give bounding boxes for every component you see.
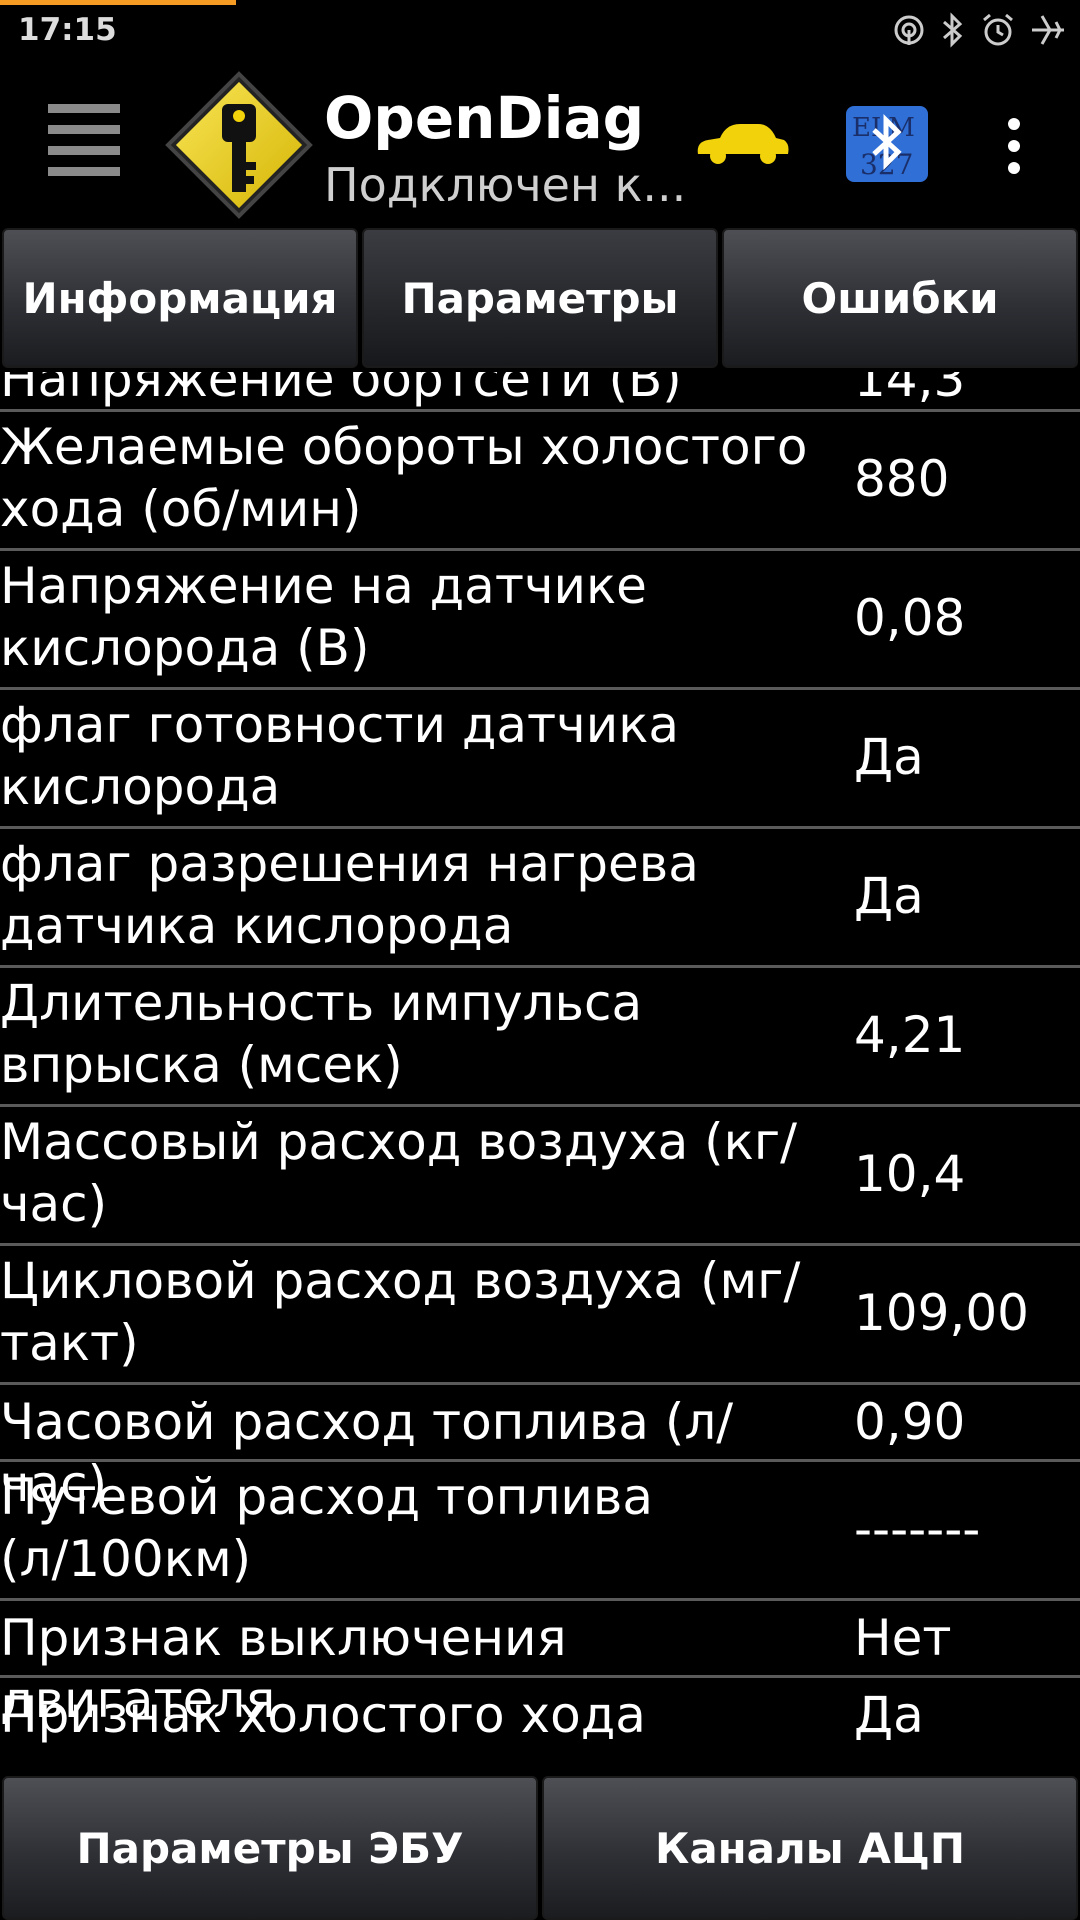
parameter-value: 880	[854, 450, 950, 508]
parameter-label: Желаемые обороты холостого хода (об/мин)	[0, 418, 808, 538]
parameter-label: Напряжение бортсети (В)	[0, 372, 682, 408]
parameter-label: Цикловой расход воздуха (мг/такт)	[0, 1252, 801, 1372]
parameter-label: Признак холостого хода	[0, 1686, 646, 1744]
parameter-label: Длительность импульса впрыска (мсек)	[0, 974, 643, 1094]
app-title: OpenDiag	[324, 84, 645, 152]
parameter-value: 10,4	[854, 1145, 966, 1203]
parameter-value: 14,3	[854, 372, 966, 408]
list-item[interactable]: Часовой расход топлива (л/час) 0,90	[0, 1385, 1080, 1513]
menu-icon[interactable]	[48, 102, 120, 178]
alarm-icon	[983, 13, 1013, 46]
list-item[interactable]: Признак холостого хода Да	[0, 1678, 1080, 1776]
tab-information[interactable]: Информация	[2, 228, 358, 368]
list-item[interactable]: флаг разрешения нагрева датчика кислород…	[0, 829, 1080, 968]
tab-parameters[interactable]: Параметры	[362, 228, 718, 368]
connection-status: Подключен к...	[324, 158, 687, 212]
status-bar: 17:15	[0, 0, 1080, 60]
overflow-menu-icon[interactable]	[1000, 116, 1028, 176]
car-icon[interactable]	[692, 116, 792, 168]
app-logo-key-icon	[165, 71, 313, 219]
hotspot-icon	[894, 15, 924, 45]
parameter-label: Массовый расход воздуха (кг/час)	[0, 1113, 797, 1233]
list-item[interactable]: Цикловой расход воздуха (мг/такт) 109,00	[0, 1246, 1080, 1385]
adc-channels-button[interactable]: Каналы АЦП	[542, 1776, 1078, 1920]
parameter-value: 4,21	[854, 1006, 966, 1064]
list-item[interactable]: Массовый расход воздуха (кг/час) 10,4	[0, 1107, 1080, 1246]
bluetooth-icon	[943, 12, 963, 48]
list-item[interactable]: Напряжение на датчике кислорода (В) 0,08	[0, 551, 1080, 690]
parameter-value: 0,90	[854, 1393, 966, 1451]
tab-errors[interactable]: Ошибки	[722, 228, 1078, 368]
status-icons	[892, 8, 1066, 52]
list-item[interactable]: Признак выключения двигателя Нет	[0, 1601, 1080, 1729]
parameter-label: Путевой расход топлива (л/100км)	[0, 1468, 654, 1588]
parameter-value: Да	[854, 867, 924, 925]
tab-bar: Информация Параметры Ошибки	[0, 228, 1080, 372]
status-time: 17:15	[18, 12, 117, 48]
elm327-bluetooth-icon[interactable]: ELM 327	[846, 106, 928, 182]
parameter-value: Нет	[854, 1609, 952, 1667]
parameter-value: 0,08	[854, 589, 966, 647]
bottom-bar: Параметры ЭБУ Каналы АЦП	[0, 1776, 1080, 1920]
list-item[interactable]: Желаемые обороты холостого хода (об/мин)…	[0, 412, 1080, 551]
parameter-value: -------	[854, 1500, 981, 1558]
parameter-value: 109,00	[854, 1284, 1029, 1342]
airplane-icon	[1032, 15, 1064, 45]
parameter-list[interactable]: Напряжение бортсети (В) 14,3 Желаемые об…	[0, 372, 1080, 1776]
parameter-value: Да	[854, 728, 924, 786]
list-item[interactable]: флаг готовности датчика кислорода Да	[0, 690, 1080, 829]
status-progress-bar	[0, 0, 236, 5]
parameter-label: флаг готовности датчика кислорода	[0, 696, 680, 816]
app-bar: OpenDiag Подключен к... ELM 327	[0, 60, 1080, 228]
parameter-label: флаг разрешения нагрева датчика кислород…	[0, 835, 699, 955]
parameter-label: Напряжение на датчике кислорода (В)	[0, 557, 647, 677]
ecu-parameters-button[interactable]: Параметры ЭБУ	[2, 1776, 538, 1920]
list-item[interactable]: Путевой расход топлива (л/100км) -------	[0, 1462, 1080, 1601]
parameter-value: Да	[854, 1686, 924, 1744]
list-item[interactable]: Длительность импульса впрыска (мсек) 4,2…	[0, 968, 1080, 1107]
list-item[interactable]: Напряжение бортсети (В) 14,3	[0, 372, 1080, 412]
